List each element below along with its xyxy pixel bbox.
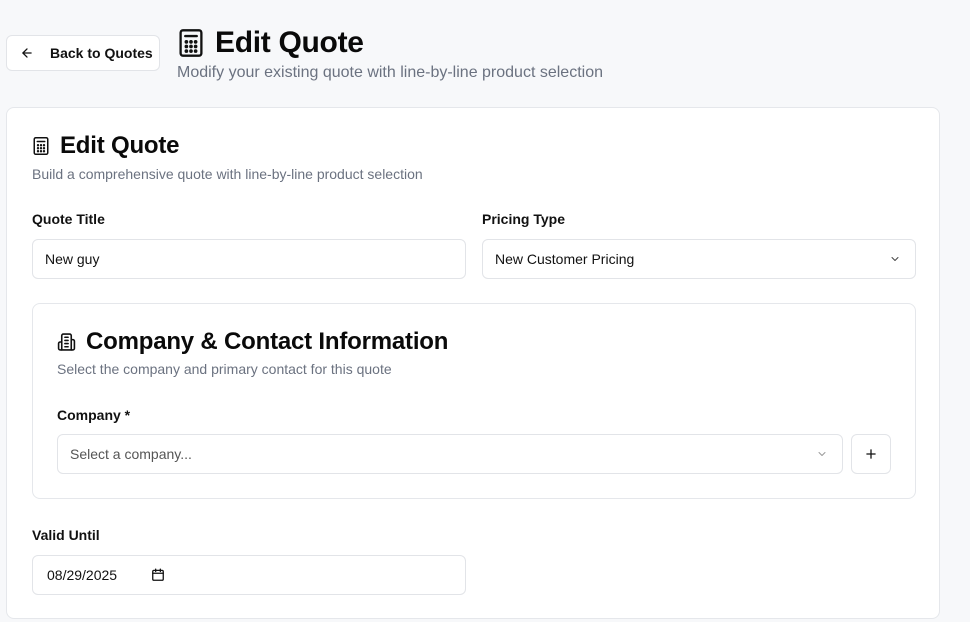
valid-until-label: Valid Until (32, 527, 100, 543)
company-placeholder: Select a company... (70, 446, 192, 462)
add-company-button[interactable] (851, 434, 891, 474)
edit-quote-card: Edit Quote Build a comprehensive quote w… (6, 107, 940, 619)
company-section-title: Company & Contact Information (86, 328, 449, 355)
pricing-type-label: Pricing Type (482, 211, 565, 227)
calendar-icon[interactable] (151, 568, 165, 582)
company-section-subtitle: Select the company and primary contact f… (57, 361, 392, 377)
calculator-icon (179, 29, 203, 57)
page-subtitle: Modify your existing quote with line-by-… (177, 64, 603, 81)
arrow-left-icon (22, 48, 32, 58)
chevron-down-icon (818, 452, 826, 456)
company-contact-section: Company & Contact Information Select the… (32, 303, 916, 499)
company-label: Company * (57, 407, 131, 423)
quote-title-label: Quote Title (32, 211, 105, 227)
pricing-type-select[interactable]: New Customer Pricing (482, 239, 916, 279)
quote-title-input[interactable]: New guy (32, 239, 466, 279)
page-header: Edit Quote Modify your existing quote wi… (177, 26, 603, 82)
card-title: Edit Quote (60, 132, 180, 159)
back-to-quotes-button[interactable]: Back to Quotes (6, 35, 160, 71)
calculator-icon (33, 137, 49, 155)
pricing-type-value: New Customer Pricing (495, 251, 635, 267)
quote-title-value: New guy (45, 251, 100, 267)
back-to-quotes-label: Back to Quotes (50, 45, 153, 61)
valid-until-date-input[interactable]: 08/29/2025 (32, 555, 466, 595)
chevron-down-icon (891, 257, 899, 261)
plus-icon (866, 449, 876, 459)
page-title: Edit Quote (215, 26, 364, 59)
valid-until-value: 08/29/2025 (47, 567, 118, 583)
company-select[interactable]: Select a company... (57, 434, 843, 474)
card-subtitle: Build a comprehensive quote with line-by… (32, 166, 423, 182)
building-icon (57, 333, 76, 351)
